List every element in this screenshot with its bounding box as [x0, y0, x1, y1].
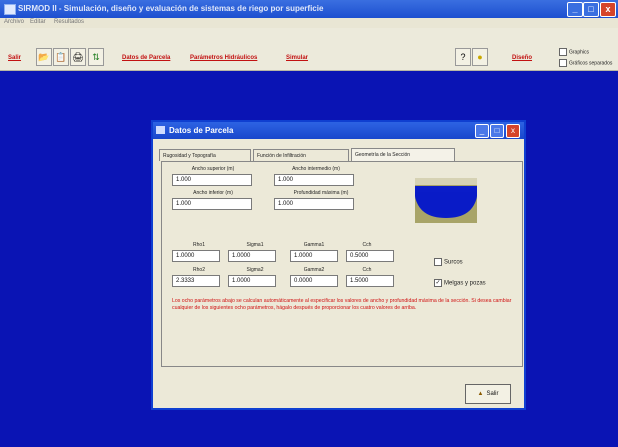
ancho-intermedio-input[interactable]: 1.000 [274, 174, 354, 186]
channel-cross-section-image [415, 178, 477, 223]
rho1-label: Rho1 [193, 242, 205, 248]
gamma1-label: Gamma1 [303, 242, 325, 248]
sigma2-label: Sigma2 [246, 267, 264, 273]
separated-graphics-label: Gráficos separados [569, 60, 613, 67]
surcos-label: Surcos [444, 259, 463, 266]
gamma1-input[interactable]: 1.0000 [290, 250, 338, 262]
salir-button[interactable]: ▲ Salir [465, 384, 511, 404]
cch1-label: Cch [362, 242, 372, 248]
gamma2-label: Gamma2 [303, 267, 325, 273]
copy-icon[interactable]: 📋 [53, 48, 69, 66]
tab-rugosidad[interactable]: Rugosidad y Topografía [159, 149, 251, 161]
ancho-inferior-input[interactable]: 1.000 [172, 198, 252, 210]
gamma2-input[interactable]: 0.0000 [290, 275, 338, 287]
exit-door-icon: ▲ [477, 391, 484, 397]
ancho-superior-label: Ancho superior (m) [191, 166, 235, 172]
toolbar: Salir 📂 📋 🖨 ⇅ Datos de Parcela Parámetro… [0, 28, 618, 71]
parametros-hidraulicos-link[interactable]: Parámetros Hidráulicos [190, 55, 257, 61]
cch2-label: Cch [362, 267, 372, 273]
datos-parcela-dialog: Datos de Parcela _ □ x Rugosidad y Topog… [151, 120, 526, 410]
menu-resultados[interactable]: Resultados [54, 19, 84, 25]
separated-graphics-checkbox[interactable]: Gráficos separados [559, 59, 612, 67]
diseno-link[interactable]: Diseño [512, 55, 532, 61]
app-title: SIRMOD II - Simulación, diseño y evaluac… [18, 4, 324, 13]
melgas-checkbox[interactable]: ✓ Melgas y pozas [434, 279, 486, 287]
open-file-icon[interactable]: 📂 [36, 48, 52, 66]
dialog-maximize-button[interactable]: □ [490, 124, 504, 138]
sigma1-input[interactable]: 1.0000 [228, 250, 276, 262]
geometria-panel: Ancho superior (m) 1.000 Ancho intermedi… [161, 161, 523, 367]
tab-infiltracion[interactable]: Función de Infiltración [253, 149, 349, 161]
profundidad-maxima-input[interactable]: 1.000 [274, 198, 354, 210]
melgas-label: Melgas y pozas [444, 280, 486, 287]
sigma2-input[interactable]: 1.0000 [228, 275, 276, 287]
lightbulb-icon[interactable]: ● [472, 48, 488, 66]
tab-geometria[interactable]: Geometría de la Sección [351, 148, 455, 162]
print-icon[interactable]: 🖨 [70, 48, 86, 66]
exit-link[interactable]: Salir [8, 55, 21, 61]
simular-link[interactable]: Simular [286, 55, 308, 61]
cch1-input[interactable]: 0.5000 [346, 250, 394, 262]
salir-label: Salir [486, 391, 499, 397]
close-button[interactable]: x [600, 2, 616, 17]
app-icon [4, 4, 16, 15]
app-title-bar: SIRMOD II - Simulación, diseño y evaluac… [0, 0, 618, 18]
dialog-icon [156, 126, 165, 134]
ancho-superior-input[interactable]: 1.000 [172, 174, 252, 186]
maximize-button[interactable]: □ [583, 2, 599, 17]
warning-text: Los ocho parámetros abajo se calculan au… [172, 298, 512, 311]
profundidad-maxima-label: Profundidad máxima (m) [293, 190, 349, 196]
menu-editar[interactable]: Editar [30, 19, 46, 25]
surcos-checkbox[interactable]: Surcos [434, 258, 463, 266]
dialog-title: Datos de Parcela [169, 126, 234, 135]
menu-bar: Archivo Editar Resultados [0, 18, 618, 28]
minimize-button[interactable]: _ [567, 2, 583, 17]
cch2-input[interactable]: 1.5000 [346, 275, 394, 287]
dialog-minimize-button[interactable]: _ [475, 124, 489, 138]
ancho-intermedio-label: Ancho intermedio (m) [292, 166, 340, 172]
dialog-title-bar: Datos de Parcela _ □ x [153, 122, 524, 139]
dialog-close-button[interactable]: x [506, 124, 520, 138]
rho2-input[interactable]: 2.3333 [172, 275, 220, 287]
sigma1-label: Sigma1 [246, 242, 264, 248]
datos-parcela-link[interactable]: Datos de Parcela [122, 55, 170, 61]
refresh-icon[interactable]: ⇅ [88, 48, 104, 66]
menu-archivo[interactable]: Archivo [4, 19, 24, 25]
info-icon[interactable]: ? [455, 48, 471, 66]
rho2-label: Rho2 [193, 267, 205, 273]
graphics-checkbox[interactable]: Graphics [559, 48, 589, 56]
graphics-label: Graphics [569, 49, 590, 56]
rho1-input[interactable]: 1.0000 [172, 250, 220, 262]
ancho-inferior-label: Ancho inferior (m) [193, 190, 233, 196]
